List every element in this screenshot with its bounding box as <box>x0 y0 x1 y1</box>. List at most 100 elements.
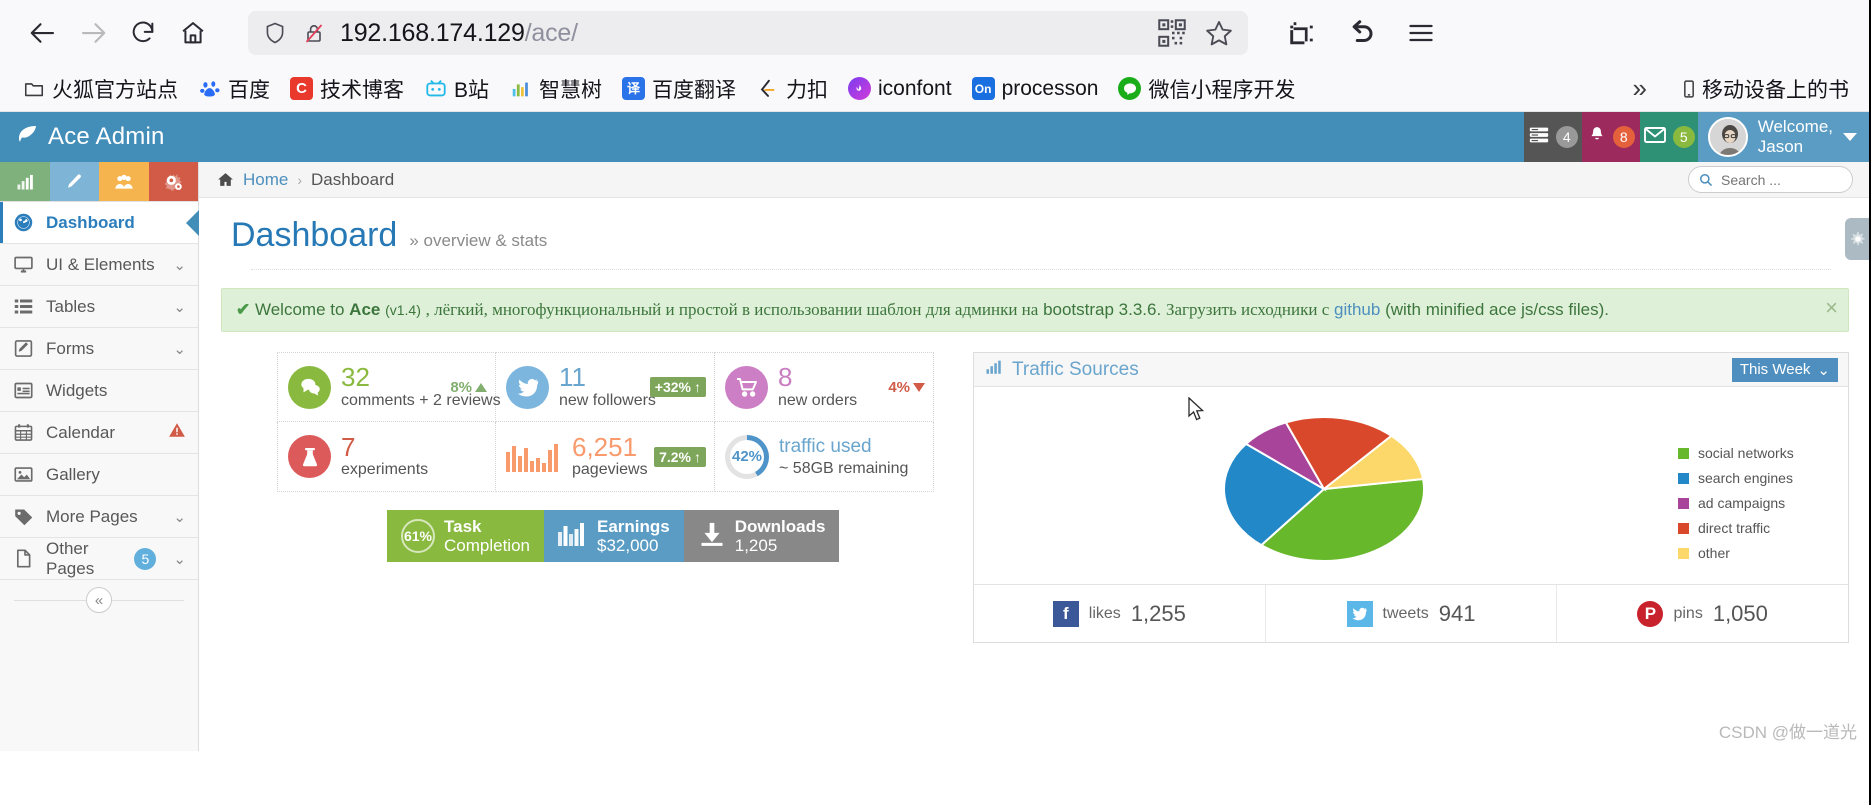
sidebar-item-more-pages[interactable]: More Pages ⌄ <box>0 496 198 538</box>
bookmark-item[interactable]: iconfont <box>840 73 960 105</box>
close-icon[interactable]: × <box>1825 297 1838 319</box>
bookmark-item[interactable]: 力扣 <box>748 70 836 108</box>
bookmarks-overflow-chevron[interactable]: » <box>1633 73 1647 104</box>
shield-icon[interactable] <box>262 20 288 46</box>
desktop-icon <box>12 254 34 275</box>
bookmark-item[interactable]: 火狐官方站点 <box>14 70 186 108</box>
search-input[interactable] <box>1688 166 1853 193</box>
social-likes[interactable]: f likes 1,255 <box>974 585 1266 643</box>
downloads-band[interactable]: Downloads 1,205 <box>683 510 840 563</box>
chevron-down-icon[interactable]: ⌄ <box>173 508 186 526</box>
file-icon <box>12 548 34 569</box>
task-completion-band[interactable]: 61% Task Completion <box>387 510 544 563</box>
band-line1: Task <box>444 516 482 536</box>
chevron-down-icon[interactable]: ⌄ <box>173 298 186 316</box>
download-icon <box>698 520 726 553</box>
user-menu[interactable]: Welcome, Jason <box>1697 112 1871 162</box>
stat-traffic-used[interactable]: 42% traffic used ~ 58GB remaining <box>715 422 934 493</box>
stat-grid: 32 comments + 2 reviews 8% 11 new follow… <box>277 352 936 493</box>
warning-triangle-icon <box>168 421 186 444</box>
stat-orders[interactable]: 8 new orders 4% <box>715 352 934 423</box>
bookmark-item[interactable]: 译 百度翻译 <box>614 70 744 108</box>
band-line1: Downloads <box>734 516 826 536</box>
stat-caption-secondary: ~ 58GB remaining <box>779 459 909 477</box>
sidebar-item-dashboard[interactable]: Dashboard <box>0 202 199 244</box>
sidebar-item-gallery[interactable]: Gallery <box>0 454 198 496</box>
bookmark-item[interactable]: 智慧树 <box>501 70 610 108</box>
sidebar-item-calendar[interactable]: Calendar <box>0 412 198 454</box>
github-link[interactable]: github <box>1334 300 1380 319</box>
notifications-menu-button[interactable]: 8 <box>1581 112 1640 162</box>
sidebar-collapse-button[interactable]: « <box>86 587 112 613</box>
social-label: tweets <box>1382 604 1429 622</box>
alert-bootstrap: bootstrap 3.3.6. <box>1043 300 1162 319</box>
bookmark-label: 百度 <box>228 78 270 102</box>
chevron-down-icon[interactable]: ⌄ <box>173 340 186 358</box>
stat-comments[interactable]: 32 comments + 2 reviews 8% <box>277 352 501 423</box>
sidebar: Dashboard UI & Elements ⌄ Tables ⌄ Forms… <box>0 162 199 751</box>
reload-icon[interactable] <box>118 8 168 58</box>
bookmark-label: iconfont <box>878 76 952 100</box>
bookmark-item[interactable]: 百度 <box>190 70 278 108</box>
address-bar[interactable]: 192.168.174.129/ace/ <box>248 11 1248 55</box>
sidebar-item-widgets[interactable]: Widgets <box>0 370 198 412</box>
page-header: Dashboard » overview & stats <box>199 198 1871 270</box>
bookmark-item[interactable]: B站 <box>416 70 497 108</box>
social-pins[interactable]: P pins 1,050 <box>1557 585 1848 642</box>
bookmark-item[interactable]: On processon <box>964 73 1107 105</box>
sidebar-item-ui-elements[interactable]: UI & Elements ⌄ <box>0 244 198 286</box>
sidebar-item-tables[interactable]: Tables ⌄ <box>0 286 198 328</box>
lock-crossed-icon[interactable] <box>302 21 326 45</box>
settings-shortcut[interactable] <box>148 162 198 201</box>
social-label: likes <box>1088 604 1121 622</box>
widget-icon <box>12 380 34 401</box>
screenshot-crop-icon[interactable] <box>1276 8 1326 58</box>
social-tweets[interactable]: tweets 941 <box>1266 585 1558 643</box>
stat-experiments[interactable]: 7 experiments <box>277 422 496 493</box>
settings-tab-button[interactable] <box>1845 218 1871 260</box>
fanyi-icon: 译 <box>622 77 646 100</box>
hamburger-menu-icon[interactable] <box>1396 8 1446 58</box>
alert-version: (v1.4) <box>385 302 421 318</box>
sidebar-item-label: Widgets <box>46 380 108 400</box>
browser-toolbar: 192.168.174.129/ace/ <box>0 0 1871 66</box>
cart-icon <box>725 365 768 409</box>
bookmark-star-icon[interactable] <box>1204 18 1234 48</box>
chevron-down-icon[interactable] <box>1843 133 1857 141</box>
back-arrow-icon[interactable] <box>18 8 68 58</box>
brand[interactable]: Ace Admin <box>0 112 199 162</box>
bookmark-folder-mobile[interactable]: 移动设备上的书 <box>1669 70 1857 108</box>
tasks-menu-button[interactable]: 4 <box>1523 112 1582 162</box>
earnings-band[interactable]: Earnings $32,000 <box>544 510 684 563</box>
chevron-down-icon[interactable]: ⌄ <box>173 256 186 274</box>
home-icon[interactable] <box>168 8 218 58</box>
check-icon: ✔ <box>236 300 251 319</box>
breadcrumb-home-link[interactable]: Home <box>243 170 288 190</box>
stat-caption[interactable]: traffic used <box>779 435 925 460</box>
stats-shortcut[interactable] <box>0 162 50 201</box>
period-selector[interactable]: This Week ⌄ <box>1731 357 1838 382</box>
search-field[interactable] <box>1719 170 1842 189</box>
band-line2: Completion <box>444 536 530 556</box>
widget-title: Traffic Sources <box>1012 358 1139 380</box>
page-title-text: Dashboard <box>231 216 398 254</box>
stat-followers[interactable]: 11 new followers +32% ↑ <box>496 352 715 423</box>
forward-arrow-icon[interactable] <box>68 8 118 58</box>
sidebar-item-forms[interactable]: Forms ⌄ <box>0 328 198 370</box>
sidebar-shortcuts <box>0 162 198 202</box>
stat-value: 7 <box>341 431 356 462</box>
image-icon <box>12 464 34 485</box>
pie-chart[interactable] <box>1220 394 1432 584</box>
bookmark-item[interactable]: 微信小程序开发 <box>1110 70 1303 108</box>
mail-menu-button[interactable]: 5 <box>1639 112 1698 162</box>
page-subtitle: » overview & stats <box>409 231 548 250</box>
qr-code-icon[interactable] <box>1158 19 1186 47</box>
stat-value: 11 <box>559 362 586 393</box>
stat-pageviews[interactable]: 6,251 pageviews 7.2% ↑ <box>496 422 715 493</box>
sidebar-item-other-pages[interactable]: Other Pages 5 ⌄ <box>0 538 198 580</box>
undo-arrow-icon[interactable] <box>1336 8 1386 58</box>
bookmark-item[interactable]: C 技术博客 <box>282 70 412 108</box>
edit-shortcut[interactable] <box>49 162 99 201</box>
chevron-down-icon[interactable]: ⌄ <box>173 550 186 568</box>
group-icon-shortcut[interactable] <box>99 162 149 201</box>
